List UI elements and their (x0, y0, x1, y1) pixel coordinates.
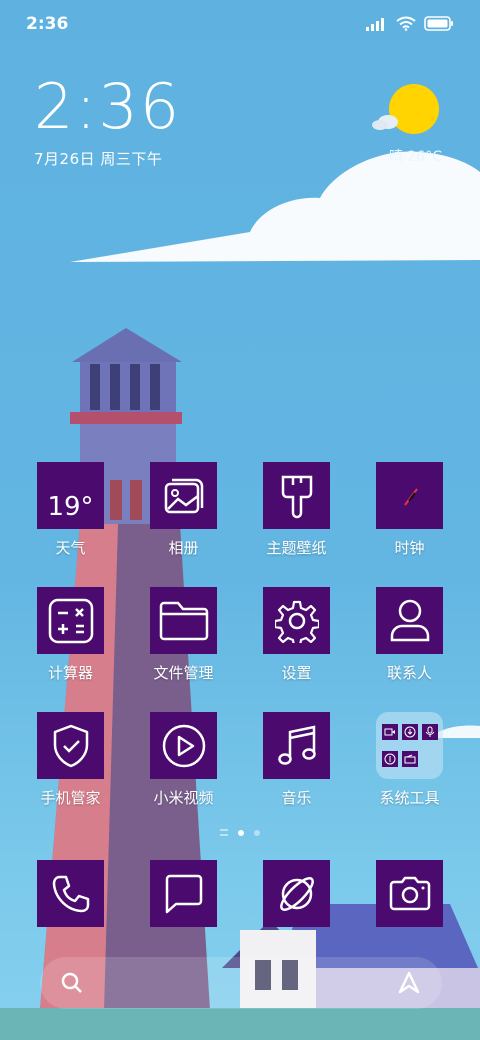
app-label: 音乐 (281, 789, 312, 807)
app-file-manager[interactable]: 文件管理 (127, 587, 240, 683)
planet-icon[interactable] (263, 860, 330, 927)
paintbrush-icon[interactable] (263, 462, 330, 529)
dock-browser[interactable] (240, 860, 353, 927)
app-weather[interactable]: 19° 天气 (14, 462, 127, 558)
app-label: 系统工具 (379, 789, 440, 807)
app-label: 时钟 (394, 539, 425, 557)
radio-icon (401, 751, 418, 768)
app-label: 相册 (168, 539, 199, 557)
calculator-icon[interactable] (37, 587, 104, 654)
page-indicator (0, 829, 480, 836)
dock-camera[interactable] (353, 860, 466, 927)
wifi-icon (396, 16, 416, 31)
app-label: 文件管理 (153, 664, 214, 682)
screen-recorder-icon (381, 723, 398, 740)
app-label: 小米视频 (153, 789, 214, 807)
app-label: 主题壁纸 (266, 539, 327, 557)
app-gallery[interactable]: 相册 (127, 462, 240, 558)
app-security[interactable]: 手机管家 (14, 712, 127, 808)
app-label: 天气 (55, 539, 86, 557)
app-system-tools-folder[interactable]: 系统工具 (353, 712, 466, 808)
weather-icon[interactable]: 19° (37, 462, 104, 529)
gallery-icon[interactable] (150, 462, 217, 529)
clock-time: 2:36 (34, 70, 182, 143)
app-label: 设置 (281, 664, 312, 682)
folder-icon[interactable] (150, 587, 217, 654)
app-settings[interactable]: 设置 (240, 587, 353, 683)
app-mi-video[interactable]: 小米视频 (127, 712, 240, 808)
status-time: 2:36 (26, 14, 69, 34)
recorder-icon (421, 723, 438, 740)
app-label: 联系人 (386, 664, 432, 682)
search-icon[interactable] (60, 971, 84, 995)
search-bar[interactable] (40, 957, 442, 1009)
person-icon[interactable] (376, 587, 443, 654)
status-bar: 2:36 (0, 0, 480, 50)
music-note-icon[interactable] (263, 712, 330, 779)
ai-assistant-icon[interactable] (396, 970, 422, 996)
compass-icon (381, 751, 398, 768)
app-music[interactable]: 音乐 (240, 712, 353, 808)
clock-icon[interactable] (376, 462, 443, 529)
weather-text: 晴 26°C (388, 149, 442, 165)
app-contacts[interactable]: 联系人 (353, 587, 466, 683)
dock-phone[interactable] (14, 860, 127, 927)
page-indicator-dot[interactable] (254, 829, 260, 836)
page-indicator-dot-current[interactable] (238, 829, 244, 836)
shield-check-icon[interactable] (37, 712, 104, 779)
app-themes[interactable]: 主题壁纸 (240, 462, 353, 558)
downloads-icon (401, 723, 418, 740)
app-label: 手机管家 (40, 789, 101, 807)
app-calculator[interactable]: 计算器 (14, 587, 127, 683)
page-indicator-feed[interactable] (220, 829, 228, 836)
clock-widget[interactable]: 2:36 7月26日 周三下午 (34, 76, 181, 169)
folder-icon[interactable] (376, 712, 443, 779)
app-label: 计算器 (47, 664, 93, 682)
gear-icon[interactable] (263, 587, 330, 654)
play-icon[interactable] (150, 712, 217, 779)
message-icon[interactable] (150, 860, 217, 927)
phone-icon[interactable] (37, 860, 104, 927)
weather-tile-temp: 19° (47, 491, 94, 522)
signal-icon (366, 17, 384, 31)
clock-date: 7月26日 周三下午 (34, 150, 163, 168)
dock-messages[interactable] (127, 860, 240, 927)
app-clock[interactable]: 时钟 (353, 462, 466, 558)
camera-icon[interactable] (376, 860, 443, 927)
battery-icon (424, 16, 453, 31)
